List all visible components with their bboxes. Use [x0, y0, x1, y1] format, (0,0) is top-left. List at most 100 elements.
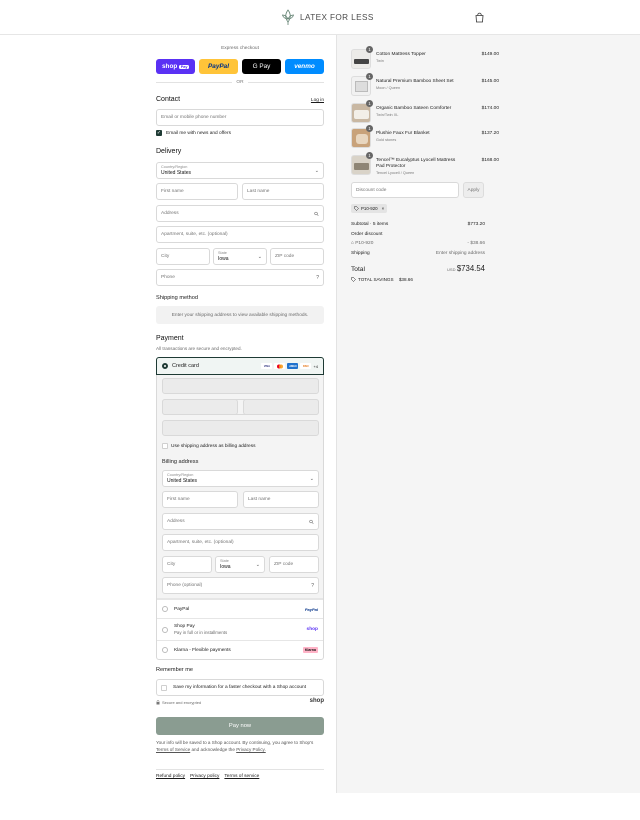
- help-icon[interactable]: ?: [316, 275, 319, 281]
- quantity-badge: 1: [366, 125, 373, 132]
- pay-now-button[interactable]: Pay now: [156, 717, 324, 735]
- card-number-field[interactable]: [162, 378, 319, 394]
- refund-policy-link[interactable]: Refund policy: [156, 774, 185, 779]
- paypal-radio[interactable]: [162, 606, 168, 612]
- apartment-field[interactable]: Apartment, suite, etc. (optional): [156, 226, 324, 243]
- item-title: Tencel™ Eucalyptus Lyocell Mattress Pad …: [376, 158, 456, 169]
- billing-last-name-field[interactable]: Last name: [243, 491, 319, 508]
- first-name-placeholder: First name: [161, 189, 184, 194]
- use-shipping-checkbox[interactable]: [162, 443, 168, 449]
- city-placeholder: City: [161, 254, 170, 259]
- billing-apartment-field[interactable]: Apartment, suite, etc. (optional): [162, 534, 319, 551]
- last-name-field[interactable]: Last name: [242, 183, 324, 200]
- city-field[interactable]: City: [156, 248, 210, 265]
- footer-links: Refund policy Privacy policy Terms of se…: [156, 774, 259, 779]
- credit-card-option[interactable]: Credit card VISA AMEX DISC +4: [156, 357, 324, 375]
- or-text: OR: [236, 80, 244, 85]
- paypal-option[interactable]: PayPal PayPal: [157, 599, 323, 618]
- subtotal-row: Subtotal · 5 items $773.20: [351, 222, 485, 227]
- shop-pay-radio[interactable]: [162, 626, 168, 633]
- country-select[interactable]: Country/Region United States ⌄: [156, 162, 324, 179]
- item-price: $145.00: [481, 79, 499, 84]
- subtotal-value: $773.20: [467, 222, 485, 227]
- subtotal-label: Subtotal · 5 items: [351, 222, 389, 227]
- discount-code-input[interactable]: Discount code: [351, 182, 459, 198]
- address-placeholder: Address: [161, 211, 179, 216]
- card-brands: VISA AMEX DISC +4: [261, 363, 318, 369]
- shop-pay-button[interactable]: shop Pay: [156, 59, 195, 74]
- terms-of-service-link[interactable]: Terms of service: [224, 774, 259, 779]
- billing-country-select[interactable]: Country/Region United States ⌄: [162, 470, 319, 487]
- discount-chip: P10-920 ×: [351, 204, 388, 213]
- item-name: Tencel™ Eucalyptus Lyocell Mattress Pad …: [376, 158, 461, 176]
- billing-state-select[interactable]: State Iowa ⌄: [215, 556, 265, 573]
- paypal-button[interactable]: PayPal: [199, 59, 238, 74]
- discover-icon: DISC: [300, 363, 312, 369]
- search-icon: [309, 519, 314, 524]
- paypal-logo: PayPal: [304, 606, 318, 612]
- terms-link[interactable]: Terms of Service: [156, 747, 190, 752]
- delivery-title: Delivery: [156, 148, 182, 155]
- help-icon[interactable]: ?: [311, 583, 314, 589]
- billing-phone-field[interactable]: Phone (optional)?: [162, 577, 319, 594]
- savings-label: TOTAL SAVINGS: [358, 277, 394, 282]
- last-name-placeholder: Last name: [247, 189, 270, 194]
- item-title: Cotton Mattress Topper: [376, 52, 426, 57]
- zip-placeholder: ZIP code: [275, 254, 295, 259]
- quantity-badge: 1: [366, 46, 373, 53]
- billing-city-field[interactable]: City: [162, 556, 212, 573]
- expiry-field[interactable]: [162, 399, 238, 415]
- brand[interactable]: LATEX FOR LESS: [281, 8, 374, 26]
- privacy-policy-link[interactable]: Privacy policy: [190, 774, 219, 779]
- phone-placeholder: Phone: [161, 275, 175, 280]
- klarna-radio[interactable]: [162, 647, 168, 653]
- shop-pay-label: Shop Pay: [174, 624, 195, 629]
- klarna-option[interactable]: Klarna - Flexible payments Klarna: [157, 640, 323, 659]
- remove-discount-icon[interactable]: ×: [382, 206, 385, 211]
- name-on-card-field[interactable]: [162, 420, 319, 436]
- shipping-row: Shipping Enter shipping address: [351, 251, 485, 256]
- item-name: Organic Bamboo Sateen Comforter Twin/Twin…: [376, 106, 461, 118]
- payment-subtitle: All transactions are secure and encrypte…: [156, 346, 242, 351]
- billing-apartment-placeholder: Apartment, suite, etc. (optional): [167, 540, 234, 545]
- credit-card-label: Credit card: [172, 363, 199, 369]
- site-header: LATEX FOR LESS: [0, 0, 640, 35]
- venmo-button[interactable]: venmo: [285, 59, 324, 74]
- login-link[interactable]: Log in: [311, 98, 324, 103]
- billing-title: Billing address: [162, 459, 199, 465]
- visa-icon: VISA: [261, 363, 273, 369]
- shop-pay-option[interactable]: Shop Pay Pay in full or in installments …: [157, 618, 323, 640]
- klarna-label: Klarna - Flexible payments: [174, 647, 231, 653]
- billing-address-field[interactable]: Address: [162, 513, 319, 530]
- or-divider: OR: [156, 80, 325, 85]
- email-field[interactable]: Email or mobile phone number: [156, 109, 324, 126]
- shopping-bag-icon[interactable]: [474, 12, 485, 23]
- billing-first-placeholder: First name: [167, 497, 190, 502]
- billing-first-name-field[interactable]: First name: [162, 491, 238, 508]
- item-title: Plushie Faux Fur Blanket: [376, 131, 430, 136]
- newsletter-checkbox[interactable]: ✓: [156, 130, 162, 136]
- email-placeholder: Email or mobile phone number: [161, 115, 227, 120]
- state-select[interactable]: State Iowa ⌄: [213, 248, 267, 265]
- google-pay-button[interactable]: G Pay: [242, 59, 281, 74]
- first-name-field[interactable]: First name: [156, 183, 238, 200]
- quantity-badge: 1: [366, 73, 373, 80]
- brand-name: LATEX FOR LESS: [300, 12, 374, 22]
- chevron-down-icon: ⌄: [314, 167, 319, 174]
- express-buttons: shop Pay PayPal G Pay venmo: [156, 59, 324, 74]
- privacy-link[interactable]: Privacy Policy.: [236, 747, 266, 752]
- item-price: $137.20: [481, 131, 499, 136]
- phone-field[interactable]: Phone?: [156, 269, 324, 286]
- tag-icon: [354, 206, 359, 211]
- billing-zip-field[interactable]: ZIP code: [269, 556, 319, 573]
- remember-checkbox[interactable]: [161, 684, 167, 691]
- zip-field[interactable]: ZIP code: [270, 248, 324, 265]
- legal-text: Your info will be saved to a Shop accoun…: [156, 740, 324, 753]
- security-code-field[interactable]: [243, 399, 319, 415]
- order-discount-label: Order discount: [351, 232, 383, 237]
- credit-card-radio[interactable]: [162, 363, 168, 369]
- discount-value: - $38.66: [467, 241, 485, 246]
- savings-tag-icon: [351, 277, 356, 282]
- apply-button[interactable]: Apply: [463, 182, 484, 198]
- address-field[interactable]: Address: [156, 205, 324, 222]
